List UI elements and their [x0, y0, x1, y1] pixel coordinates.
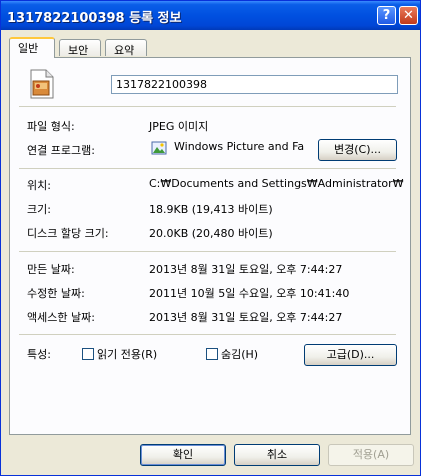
properties-window: 1317822100398 등록 정보 ? ✕ 일반 보안 요약 1317822…: [0, 0, 421, 476]
file-type-label: 파일 형식:: [27, 120, 75, 133]
hidden-label[interactable]: 숨김(H): [221, 346, 258, 362]
tab-summary[interactable]: 요약: [105, 39, 147, 57]
accessed-label: 액세스한 날짜:: [27, 311, 95, 324]
accessed-value: 2013년 8월 31일 토요일, 오후 7:44:27: [149, 311, 343, 324]
tab-security[interactable]: 보안: [59, 39, 101, 57]
size-label: 크기:: [27, 203, 51, 216]
ok-button[interactable]: 확인: [140, 444, 226, 466]
size-value: 18.9KB (19,413 바이트): [149, 203, 273, 216]
help-button[interactable]: ?: [377, 6, 396, 25]
tab-strip: 일반 보안 요약: [9, 37, 409, 58]
general-panel: [9, 57, 411, 435]
jpeg-file-icon: [30, 69, 54, 99]
size-on-disk-label: 디스크 할당 크기:: [27, 227, 109, 240]
opens-with-label: 연결 프로그램:: [27, 144, 95, 157]
size-on-disk-value: 20.0KB (20,480 바이트): [149, 227, 273, 240]
opens-with-value: Windows Picture and Fa: [174, 140, 305, 153]
location-value: C:₩Documents and Settings₩Administrator₩: [149, 177, 404, 190]
windows-picture-viewer-icon: [151, 141, 167, 155]
readonly-label[interactable]: 읽기 전용(R): [97, 346, 157, 362]
file-name-field[interactable]: 1317822100398: [111, 75, 398, 94]
divider: [19, 168, 396, 169]
apply-button[interactable]: 적용(A): [328, 444, 414, 466]
window-title: 1317822100398 등록 정보: [7, 11, 182, 26]
title-bar[interactable]: 1317822100398 등록 정보 ? ✕: [1, 1, 420, 30]
divider: [19, 106, 396, 107]
created-label: 만든 날짜:: [27, 263, 75, 276]
modified-label: 수정한 날짜:: [27, 287, 85, 300]
readonly-checkbox[interactable]: [82, 348, 94, 360]
tab-general[interactable]: 일반: [9, 37, 55, 58]
created-value: 2013년 8월 31일 토요일, 오후 7:44:27: [149, 263, 343, 276]
divider: [19, 251, 396, 252]
cancel-button[interactable]: 취소: [234, 444, 320, 466]
close-button[interactable]: ✕: [399, 6, 418, 25]
change-program-button[interactable]: 변경(C)...: [318, 139, 397, 161]
divider: [19, 334, 396, 335]
hidden-checkbox[interactable]: [206, 348, 218, 360]
advanced-button[interactable]: 고급(D)...: [304, 344, 397, 366]
attributes-label: 특성:: [27, 348, 51, 361]
location-label: 위치:: [27, 179, 51, 192]
file-type-value: JPEG 이미지: [149, 120, 209, 133]
modified-value: 2011년 10월 5일 수요일, 오후 10:41:40: [149, 287, 350, 300]
